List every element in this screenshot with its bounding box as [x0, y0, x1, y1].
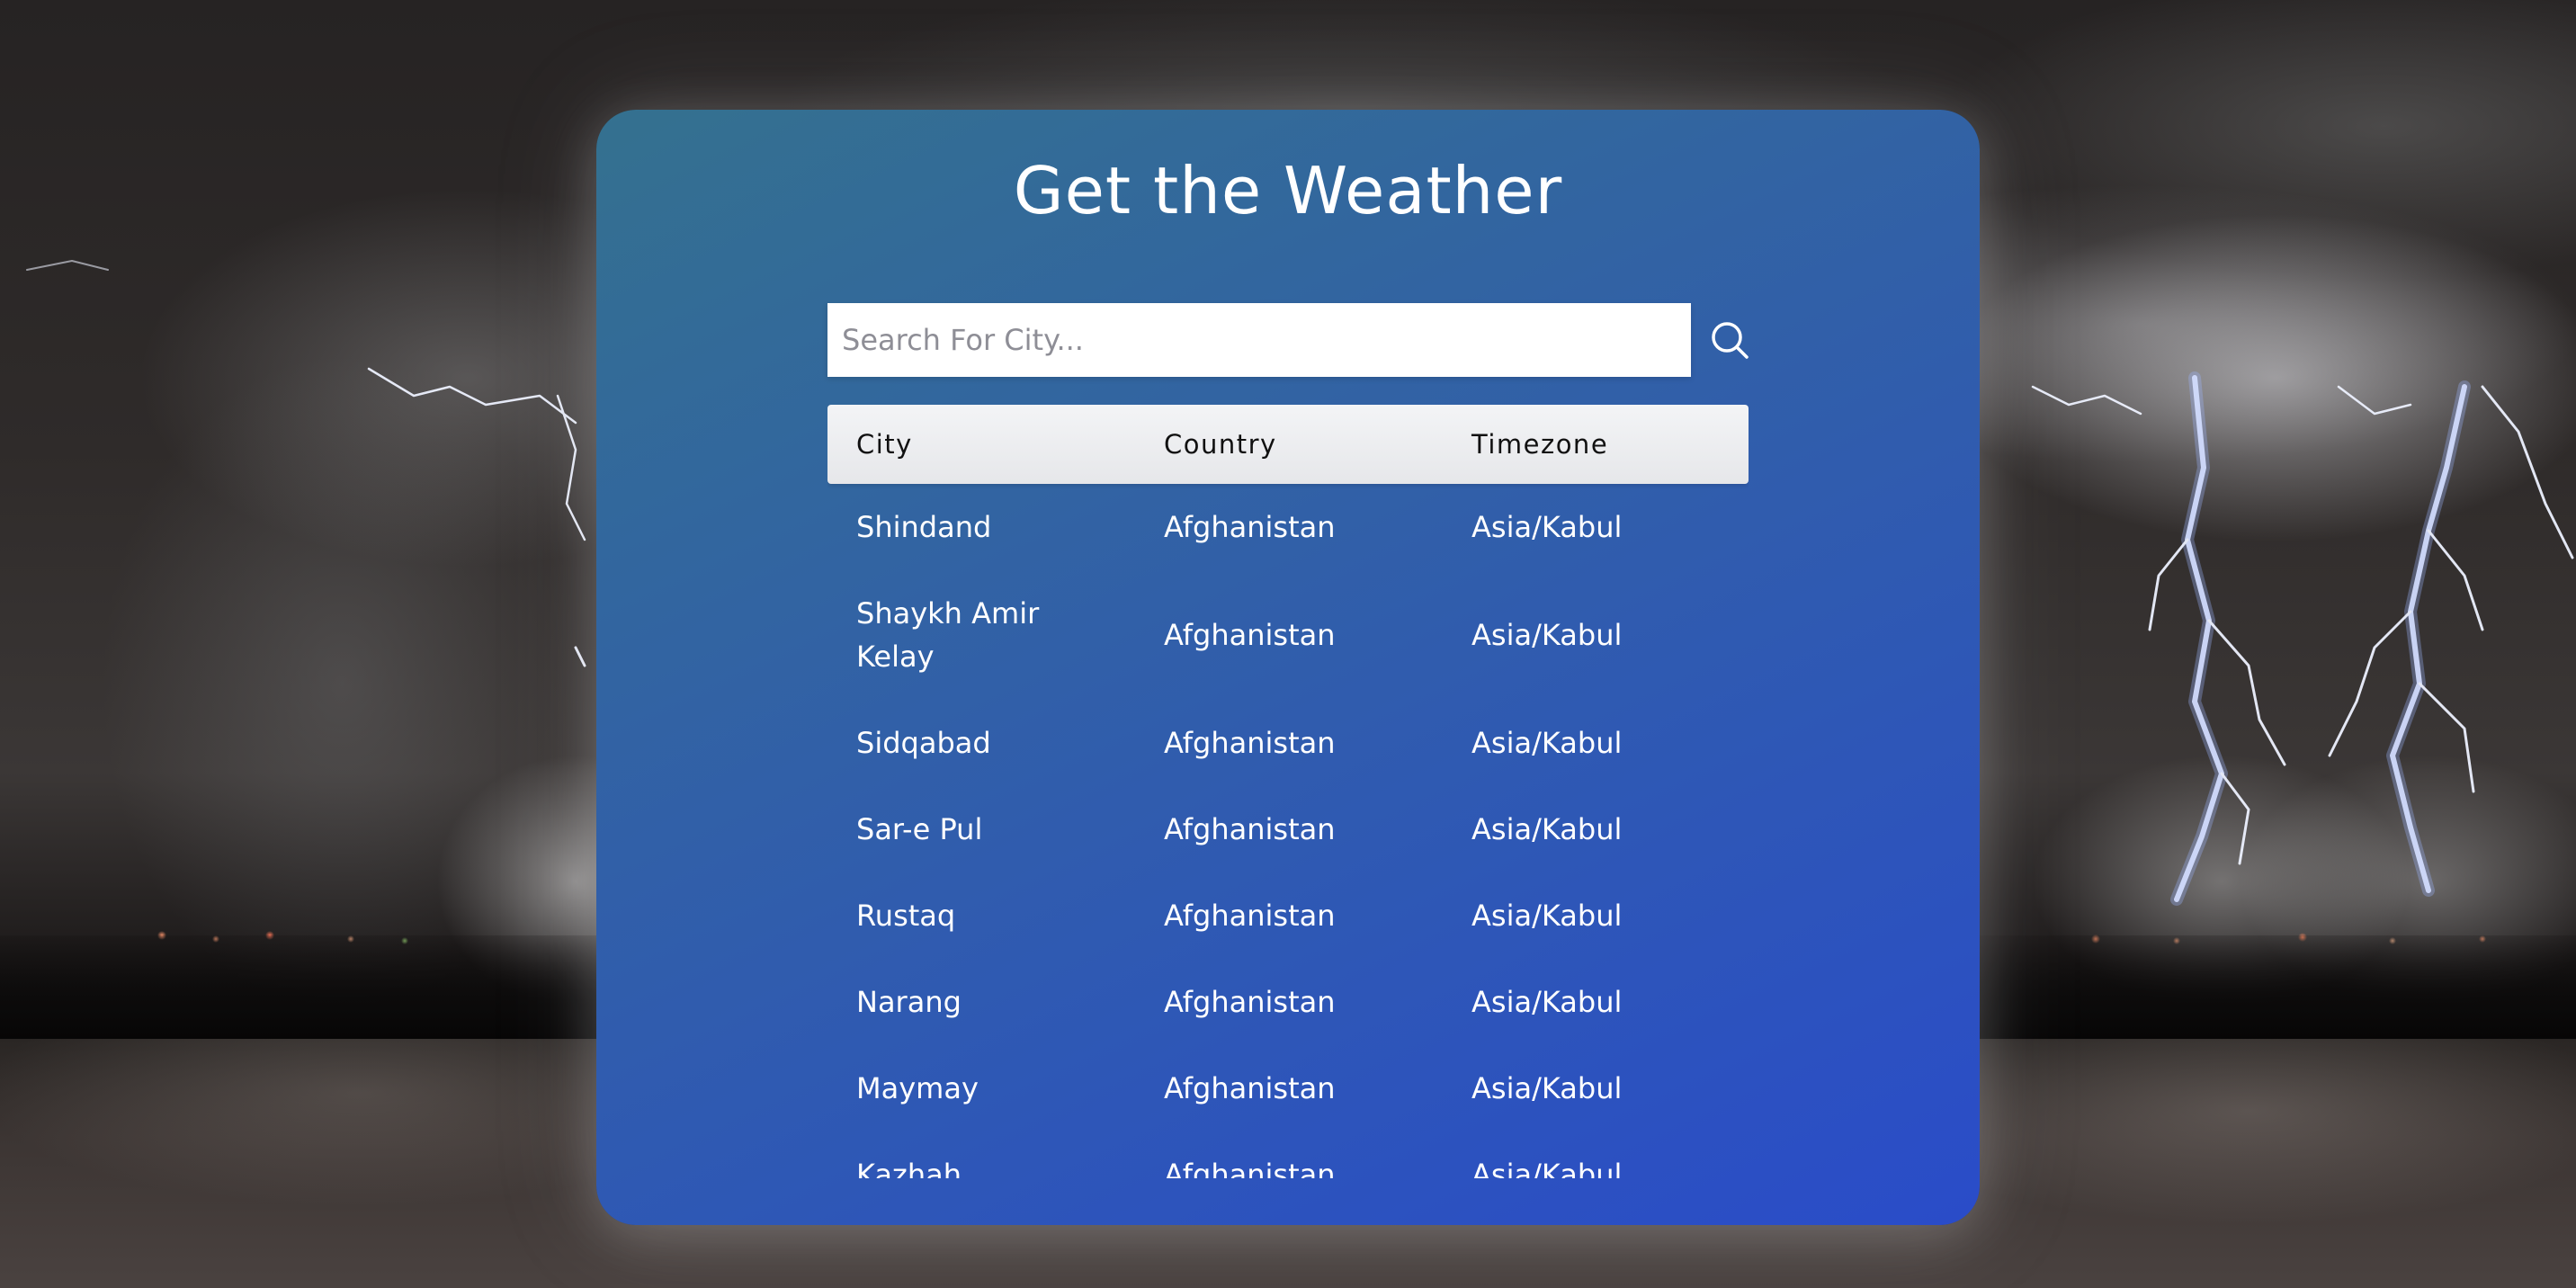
cell-timezone: Asia/Kabul [1471, 510, 1623, 544]
search-icon [1712, 322, 1749, 359]
cell-country: Afghanistan [1164, 985, 1336, 1019]
city-results-table: City Country Timezone Shindand Afghanist… [827, 405, 1749, 1178]
cell-timezone: Asia/Kabul [1471, 985, 1623, 1019]
cell-city: Sidqabad [856, 726, 991, 760]
cell-city: Rustaq [856, 899, 956, 933]
cell-timezone: Asia/Kabul [1471, 899, 1623, 933]
header-city[interactable]: City [856, 429, 913, 460]
cell-city: Sar-e Pul [856, 812, 983, 846]
cell-city: Shaykh Amir Kelay [856, 596, 1040, 674]
cell-timezone: Asia/Kabul [1471, 812, 1623, 846]
page-title: Get the Weather [1013, 153, 1563, 228]
cell-country: Afghanistan [1164, 1158, 1336, 1178]
cell-timezone: Asia/Kabul [1471, 618, 1623, 652]
cell-country: Afghanistan [1164, 726, 1336, 760]
weather-card: Get the Weather City Country Timezone Sh… [596, 110, 1980, 1225]
table-row[interactable]: Kazhah Afghanistan Asia/Kabul [827, 1131, 1749, 1178]
search-bar [827, 303, 1749, 377]
cell-city: Kazhah [856, 1158, 962, 1178]
table-row[interactable]: Shindand Afghanistan Asia/Kabul [827, 484, 1749, 570]
cell-city: Narang [856, 985, 962, 1019]
cell-timezone: Asia/Kabul [1471, 1158, 1623, 1178]
cell-country: Afghanistan [1164, 899, 1336, 933]
table-row[interactable]: Maymay Afghanistan Asia/Kabul [827, 1045, 1749, 1131]
table-body: Shindand Afghanistan Asia/Kabul Shaykh A… [827, 484, 1749, 1178]
cell-country: Afghanistan [1164, 510, 1336, 544]
cell-city: Maymay [856, 1071, 979, 1105]
search-button[interactable] [1704, 314, 1756, 366]
header-timezone[interactable]: Timezone [1471, 429, 1608, 460]
cell-country: Afghanistan [1164, 618, 1336, 652]
cell-timezone: Asia/Kabul [1471, 1071, 1623, 1105]
cell-country: Afghanistan [1164, 1071, 1336, 1105]
table-row[interactable]: Sar-e Pul Afghanistan Asia/Kabul [827, 786, 1749, 872]
cell-country: Afghanistan [1164, 812, 1336, 846]
cell-timezone: Asia/Kabul [1471, 726, 1623, 760]
table-row[interactable]: Narang Afghanistan Asia/Kabul [827, 959, 1749, 1045]
cell-city: Shindand [856, 510, 992, 544]
table-row[interactable]: Sidqabad Afghanistan Asia/Kabul [827, 700, 1749, 786]
table-row[interactable]: Rustaq Afghanistan Asia/Kabul [827, 872, 1749, 959]
table-header: City Country Timezone [827, 405, 1749, 484]
header-country[interactable]: Country [1164, 429, 1277, 460]
table-row[interactable]: Shaykh Amir Kelay Afghanistan Asia/Kabul [827, 570, 1749, 700]
search-input[interactable] [827, 303, 1691, 377]
